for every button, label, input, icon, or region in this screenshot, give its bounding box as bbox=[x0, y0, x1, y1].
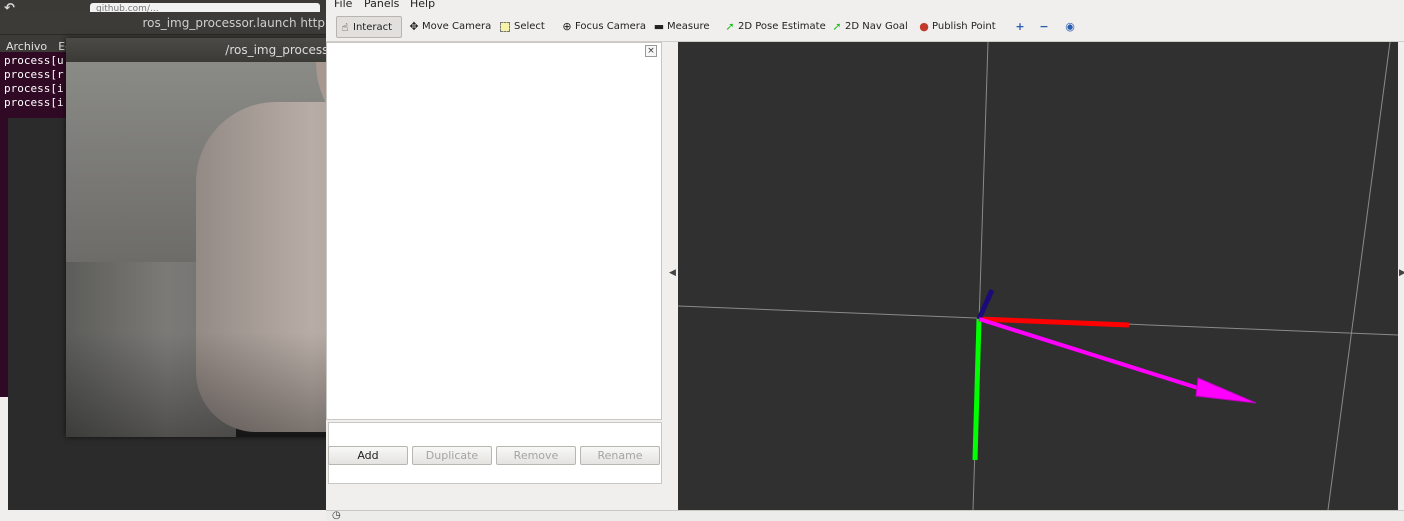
add-button[interactable]: Add bbox=[328, 446, 408, 465]
duplicate-button[interactable]: Duplicate bbox=[412, 446, 492, 465]
rviz-3d-view[interactable] bbox=[678, 42, 1398, 510]
hand-pointer-icon: ☝ bbox=[341, 21, 349, 34]
tool-2d-pose-estimate-label: 2D Pose Estimate bbox=[738, 21, 826, 32]
time-panel: ◷ bbox=[326, 510, 1404, 521]
map-pin-icon: ● bbox=[919, 20, 929, 33]
tool-publish-point-label: Publish Point bbox=[932, 21, 996, 32]
pose-arrow-shaft bbox=[978, 317, 1199, 390]
clock-icon: ◷ bbox=[332, 510, 341, 521]
tool-select[interactable]: Select bbox=[498, 16, 545, 38]
tool-focus-camera[interactable]: ⊕ Focus Camera bbox=[559, 16, 646, 38]
collapse-left-icon[interactable]: ◀ bbox=[669, 268, 676, 278]
tool-measure[interactable]: ▬ Measure bbox=[651, 16, 710, 38]
tool-publish-point[interactable]: ● Publish Point bbox=[916, 16, 996, 38]
remove-tool-button[interactable]: − bbox=[1036, 16, 1056, 38]
tool-measure-label: Measure bbox=[667, 21, 710, 32]
tool-select-label: Select bbox=[514, 21, 545, 32]
collapse-right-icon[interactable]: ▶ bbox=[1399, 268, 1404, 278]
menu-help[interactable]: Help bbox=[410, 0, 435, 10]
terminal-title: ros_img_processor.launch http bbox=[0, 12, 335, 34]
tool-2d-nav-goal-label: 2D Nav Goal bbox=[845, 21, 908, 32]
tool-interact-label: Interact bbox=[353, 22, 393, 33]
menu-panels[interactable]: Panels bbox=[364, 0, 399, 10]
rviz-menubar: File Panels Help bbox=[326, 0, 1404, 12]
select-box-icon bbox=[500, 22, 510, 32]
menu-file[interactable]: File bbox=[334, 0, 352, 10]
pose-arrow-head bbox=[1195, 377, 1257, 404]
tool-interact[interactable]: ☝ Interact bbox=[336, 16, 402, 38]
tool-focus-camera-label: Focus Camera bbox=[575, 21, 646, 32]
axis-y bbox=[972, 318, 982, 461]
green-arrow-icon: ➚ bbox=[832, 20, 842, 33]
tool-2d-pose-estimate[interactable]: ➚ 2D Pose Estimate bbox=[722, 16, 826, 38]
green-arrow-icon: ➚ bbox=[725, 20, 735, 33]
tool-2d-nav-goal[interactable]: ➚ 2D Nav Goal bbox=[829, 16, 908, 38]
crosshair-icon: ⊕ bbox=[562, 20, 572, 33]
desktop: ↶ github.com/... ros_img_processor.launc… bbox=[0, 0, 1404, 521]
axis-z bbox=[976, 288, 995, 321]
rviz-toolbar: ☝ Interact ✥ Move Camera Select ⊕ Focus … bbox=[326, 12, 1404, 42]
move-camera-icon: ✥ bbox=[409, 20, 419, 33]
grid-line bbox=[1327, 42, 1391, 510]
plus-icon: + bbox=[1015, 20, 1025, 33]
add-tool-button[interactable]: + bbox=[1012, 16, 1032, 38]
remove-button[interactable]: Remove bbox=[496, 446, 576, 465]
ruler-icon: ▬ bbox=[653, 20, 665, 33]
tool-move-camera[interactable]: ✥ Move Camera bbox=[406, 16, 491, 38]
view-options-button[interactable]: ◉ bbox=[1062, 16, 1082, 38]
tool-move-camera-label: Move Camera bbox=[422, 21, 492, 32]
eye-icon: ◉ bbox=[1065, 20, 1075, 33]
minus-icon: − bbox=[1039, 20, 1049, 33]
scene-svg bbox=[678, 42, 1398, 510]
close-panel-icon[interactable]: × bbox=[645, 45, 657, 57]
displays-tree[interactable]: × bbox=[326, 42, 662, 420]
panel-splitter[interactable]: ◀ bbox=[662, 42, 678, 521]
rename-button[interactable]: Rename bbox=[580, 446, 660, 465]
